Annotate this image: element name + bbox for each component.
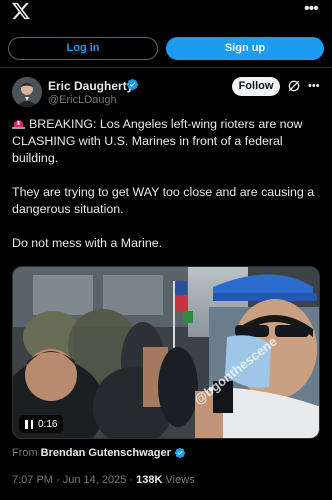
tweet-paragraph: Do not mess with a Marine.: [12, 236, 163, 250]
tweet-paragraph: BREAKING: Los Angeles left-wing rioters …: [12, 116, 324, 167]
tweet-meta: 7:07 PM · Jun 14, 2025 · 138K Views: [12, 474, 195, 486]
media-source: From Brendan Gutenschwager: [12, 447, 186, 459]
tweet-text: BREAKING: Los Angeles left-wing rioters …: [12, 116, 324, 269]
tweet-paragraph: They are trying to get WAY too close and…: [12, 185, 315, 216]
grok-icon[interactable]: [286, 78, 302, 94]
verified-badge-icon: [174, 447, 185, 459]
tweet-date[interactable]: Jun 14, 2025: [63, 474, 127, 486]
author-handle[interactable]: @EricLDaugh: [48, 94, 117, 106]
login-button[interactable]: Log in: [8, 37, 158, 60]
x-logo-icon[interactable]: [11, 1, 31, 21]
divider: [0, 67, 332, 68]
meta-separator: ·: [52, 474, 63, 486]
verified-badge-icon: [126, 78, 139, 91]
tweet-paragraph-1-text: BREAKING: Los Angeles left-wing rioters …: [12, 117, 303, 165]
views-count: 138K: [136, 474, 163, 486]
source-prefix: From: [12, 447, 38, 459]
avatar[interactable]: [12, 77, 42, 107]
author-name[interactable]: Eric Daugherty: [48, 79, 133, 93]
video-duration: 0:16: [38, 418, 58, 430]
siren-icon: [12, 120, 25, 129]
tweet-time[interactable]: 7:07 PM: [12, 474, 53, 486]
top-bar: •••: [0, 0, 332, 28]
more-dots-icon[interactable]: •••: [304, 1, 319, 18]
meta-separator: ·: [126, 474, 137, 486]
video-frame: [13, 267, 319, 438]
source-name[interactable]: Brendan Gutenschwager: [41, 447, 171, 459]
pause-icon[interactable]: [25, 419, 33, 429]
tweet-more-icon[interactable]: •••: [308, 81, 322, 92]
video-control[interactable]: 0:16: [19, 415, 64, 433]
follow-button[interactable]: Follow: [232, 77, 280, 96]
signup-button[interactable]: Sign up: [166, 37, 324, 60]
views-label: Views: [165, 474, 195, 486]
video-player[interactable]: @bgonthescene 0:16: [12, 266, 320, 439]
